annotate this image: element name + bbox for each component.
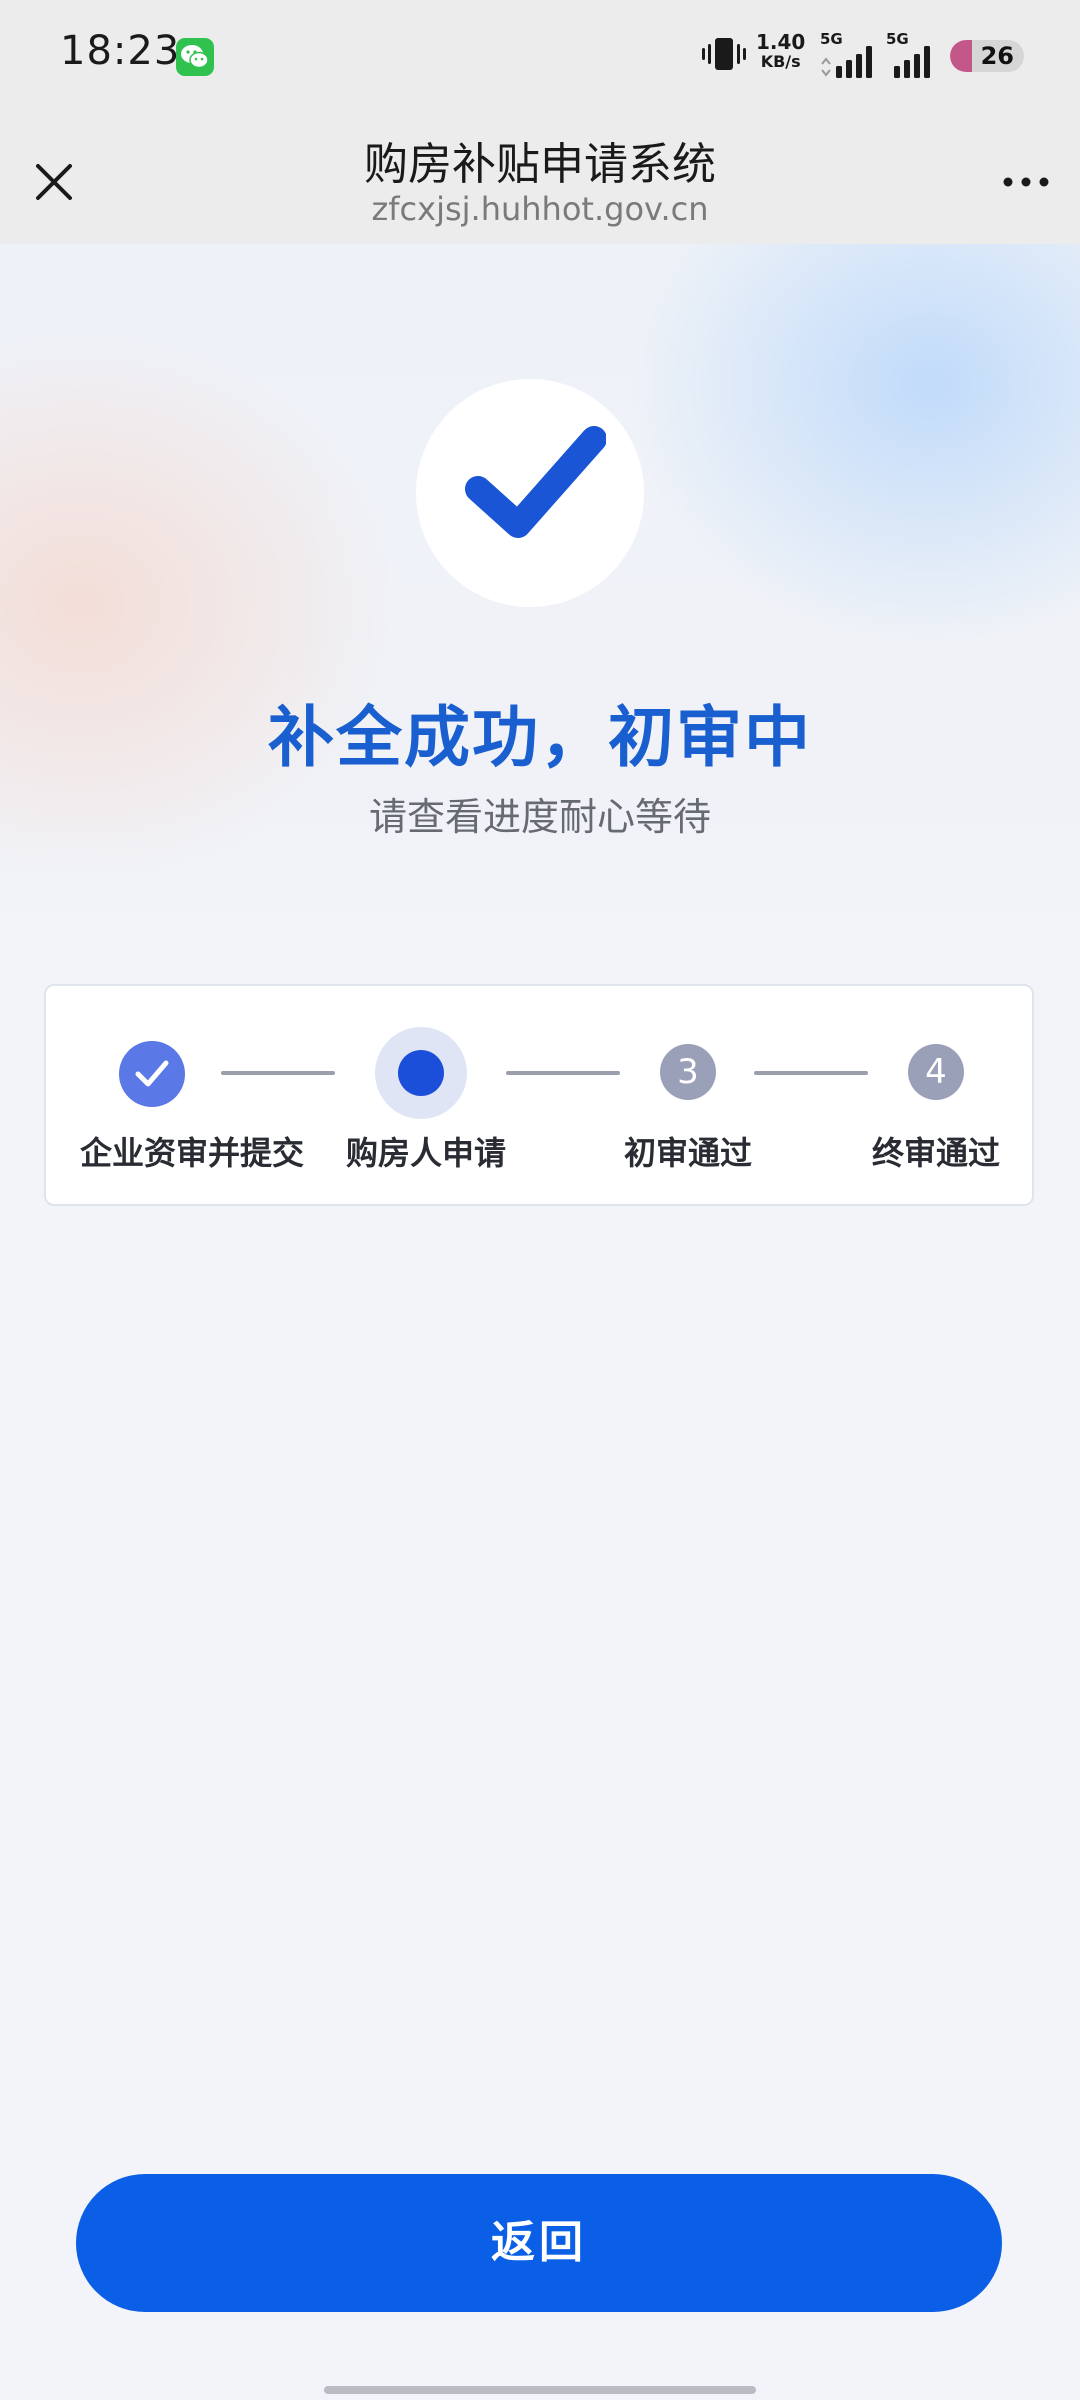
- result-hero: 补全成功，初审中 请查看进度耐心等待: [0, 244, 1080, 984]
- battery-level: 26: [980, 42, 1014, 70]
- signal-2: 5G: [886, 30, 942, 82]
- more-icon: [1003, 177, 1049, 187]
- step-3-marker: 3: [660, 1044, 716, 1100]
- checkmark-icon: [465, 426, 606, 538]
- network-speed-unit: KB/s: [760, 52, 801, 71]
- signal-bars-icon: [894, 46, 930, 78]
- step-1-label: 企业资审并提交: [80, 1134, 305, 1172]
- signal-1: 5G: [820, 30, 876, 82]
- status-bar: 18:23 1.40 KB/s 5G 5G 26: [0, 0, 1080, 110]
- signal-bars-icon: [821, 46, 872, 78]
- back-button[interactable]: 返回: [76, 2174, 1002, 2312]
- wechat-notification-icon: [176, 38, 214, 76]
- check-icon: [135, 1060, 169, 1087]
- network-speed-value: 1.40: [756, 30, 806, 54]
- step-4-marker: 4: [908, 1044, 964, 1100]
- step-connector: [221, 1071, 335, 1075]
- step-connector: [754, 1071, 868, 1075]
- more-button[interactable]: [994, 150, 1058, 214]
- step-2-label: 购房人申请: [346, 1134, 507, 1172]
- success-badge: [416, 379, 644, 607]
- page-title: 购房补贴申请系统: [364, 139, 716, 190]
- nav-bar: 购房补贴申请系统 zfcxjsj.huhhot.gov.cn: [0, 110, 1080, 244]
- network-speed: 1.40 KB/s: [756, 32, 805, 72]
- battery-indicator: 26: [950, 40, 1024, 72]
- step-4-label: 终审通过: [871, 1134, 1000, 1172]
- step-3-label: 初审通过: [623, 1134, 752, 1172]
- status-time: 18:23: [60, 28, 181, 74]
- home-indicator[interactable]: [324, 2386, 756, 2394]
- vibrate-icon: [702, 38, 746, 70]
- step-2-current-marker: [375, 1027, 467, 1119]
- current-step-dot: [398, 1050, 444, 1096]
- step-connector: [506, 1071, 620, 1075]
- result-title: 补全成功，初审中: [268, 699, 812, 776]
- page-url: zfcxjsj.huhhot.gov.cn: [371, 190, 709, 228]
- status-indicators: 1.40 KB/s 5G 5G 26: [680, 28, 1080, 88]
- step-1-done-marker: [119, 1041, 185, 1107]
- result-subtitle: 请查看进度耐心等待: [368, 795, 711, 839]
- progress-steps: 3 4 企业资审并提交 购房人申请 初审通过 终审通过: [44, 984, 1034, 1206]
